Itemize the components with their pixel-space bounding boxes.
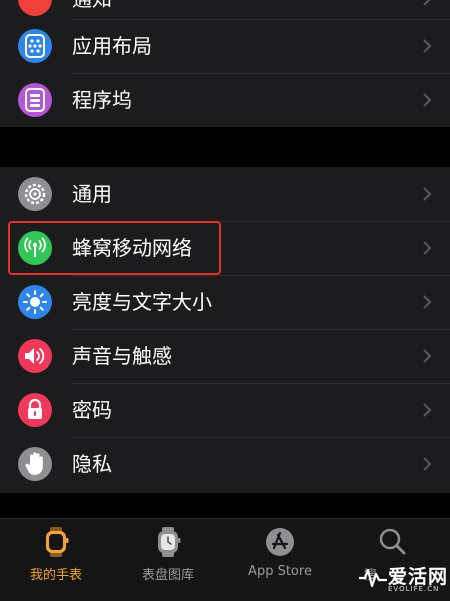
settings-row-app-layout[interactable]: 应用布局 [0, 19, 450, 73]
brightness-icon [18, 285, 52, 319]
tab-label: 表盘图库 [141, 568, 194, 583]
notifications-icon [18, 0, 52, 16]
tab-label: 我的手表 [29, 568, 82, 583]
search-icon [379, 528, 406, 555]
settings-row-sounds[interactable]: 声音与触感 [0, 329, 450, 383]
settings-group-1: 通知 应用布局 程序坞 [0, 0, 450, 127]
heartbeat-logo-icon [359, 568, 387, 588]
chevron-right-icon [423, 93, 432, 107]
chevron-right-icon [423, 349, 432, 363]
watermark-subtext: EVOLIFE.CN [388, 585, 440, 593]
tab-my-watch[interactable]: 我的手表 [0, 519, 112, 601]
chevron-right-icon [423, 295, 432, 309]
chevron-right-icon [423, 187, 432, 201]
chevron-right-icon [423, 241, 432, 255]
hand-icon [18, 447, 52, 481]
chevron-right-icon [423, 457, 432, 471]
app-store-icon [266, 528, 294, 556]
chevron-right-icon [423, 403, 432, 417]
chevron-right-icon [423, 0, 431, 6]
gear-icon [18, 177, 52, 211]
dock-icon [18, 83, 52, 117]
lock-icon [18, 393, 52, 427]
settings-row-brightness[interactable]: 亮度与文字大小 [0, 275, 450, 329]
settings-row-privacy[interactable]: 隐私 [0, 437, 450, 491]
settings-group-2: 通用 蜂窝移动网络 亮度与文字大小 声音与触感 密码 隐私 [0, 167, 450, 493]
tab-face-gallery[interactable]: 表盘图库 [112, 519, 224, 601]
settings-row-label: 密码 [72, 398, 112, 422]
settings-row-label: 通用 [72, 182, 112, 206]
tab-app-store[interactable]: App Store [224, 519, 336, 601]
face-gallery-icon [158, 527, 181, 557]
speaker-icon [18, 339, 52, 373]
settings-row-label: 声音与触感 [72, 344, 172, 368]
settings-row-label: 程序坞 [72, 88, 132, 112]
chevron-right-icon [423, 39, 432, 53]
settings-row-dock[interactable]: 程序坞 [0, 73, 450, 127]
settings-row-passcode[interactable]: 密码 [0, 383, 450, 437]
cellular-highlight-box [8, 221, 221, 275]
settings-row-general[interactable]: 通用 [0, 167, 450, 221]
watermark: 爱活网 EVOLIFE.CN [356, 560, 450, 600]
settings-row-label: 亮度与文字大小 [72, 290, 212, 314]
settings-row-label: 隐私 [72, 452, 112, 476]
watch-icon [46, 527, 69, 557]
app-layout-icon [18, 29, 52, 63]
settings-row-label: 应用布局 [72, 34, 152, 58]
